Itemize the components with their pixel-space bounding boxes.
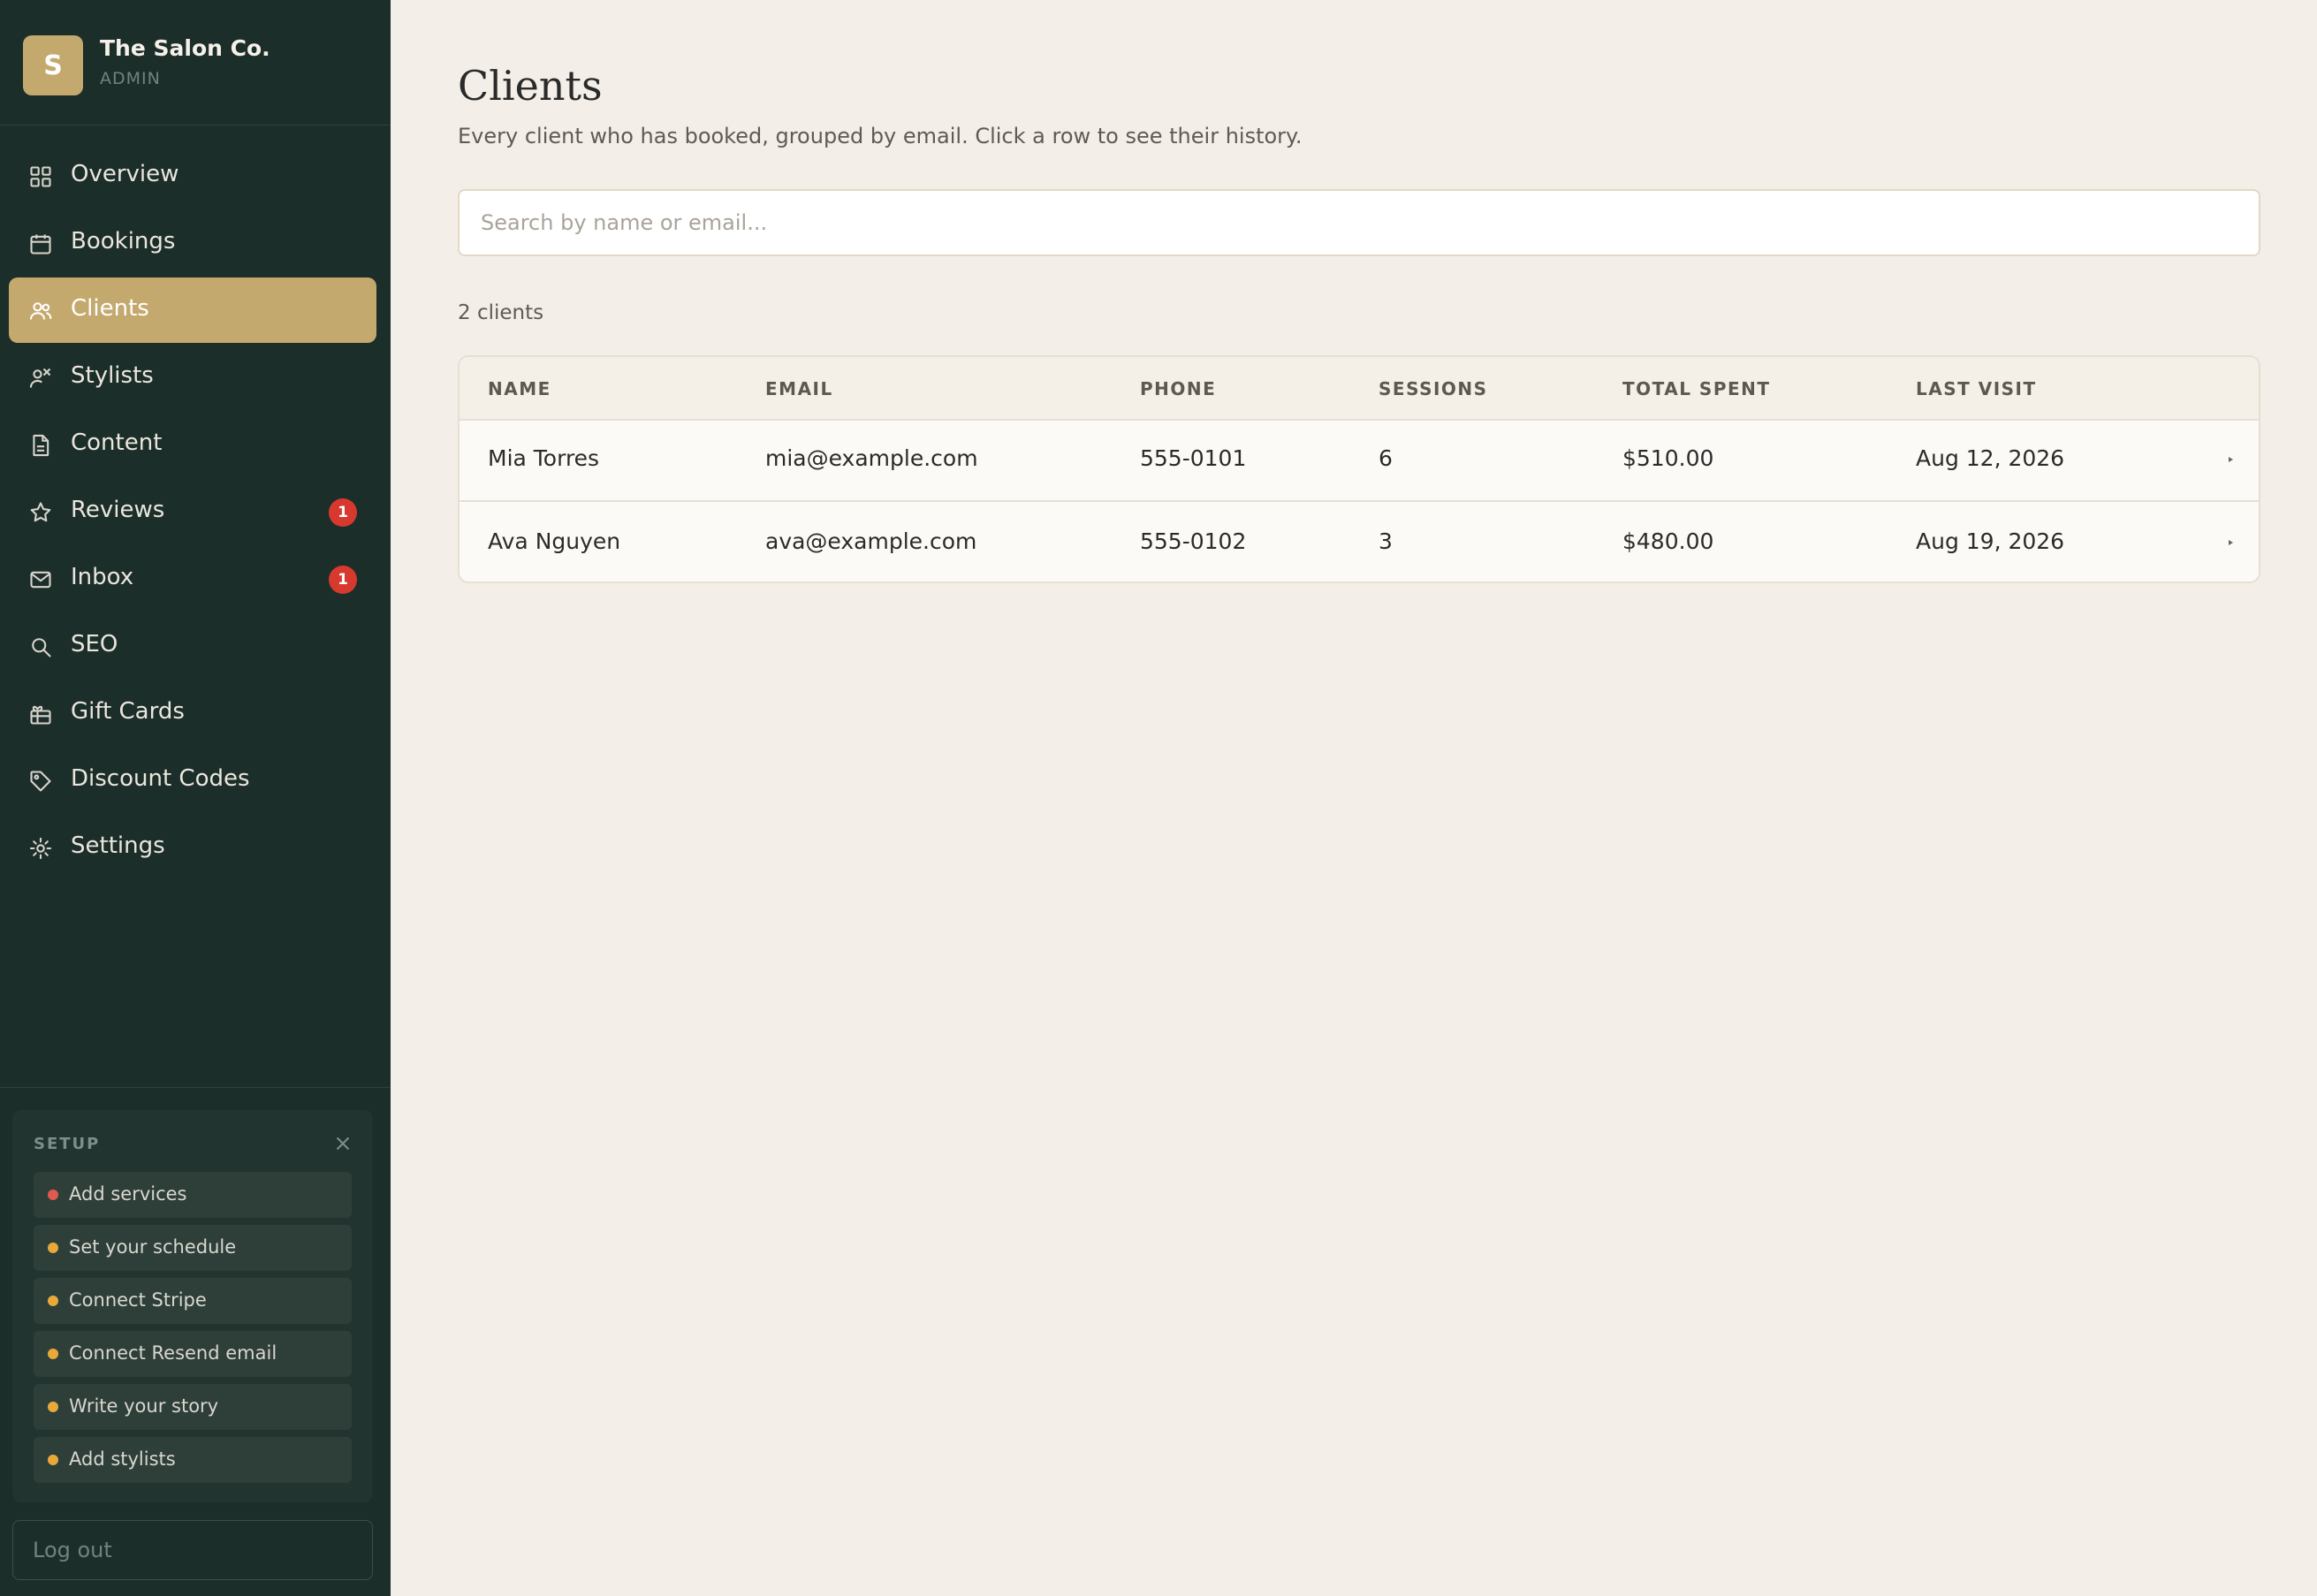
table-header: NAME EMAIL PHONE SESSIONS TOTAL SPENT LA… <box>460 357 2259 421</box>
sidebar: S The Salon Co. ADMIN Overview Bookings … <box>0 0 391 1596</box>
sidebar-item-label: Content <box>71 429 163 456</box>
chevron-right-icon <box>2225 537 2236 548</box>
setup-item-label: Set your schedule <box>69 1236 237 1258</box>
sidebar-item-label: Inbox <box>71 564 134 590</box>
setup-item-label: Write your story <box>69 1395 219 1417</box>
brand-name: The Salon Co. <box>100 35 270 61</box>
column-header-name[interactable]: NAME <box>488 378 551 399</box>
brand-header: S The Salon Co. ADMIN <box>0 0 391 125</box>
stylist-icon <box>28 366 53 391</box>
star-icon <box>28 500 53 525</box>
sidebar-item-seo[interactable]: SEO <box>9 613 376 679</box>
setup-title: SETUP <box>34 1135 101 1153</box>
sidebar-item-label: Stylists <box>71 362 154 389</box>
table-row[interactable]: Ava Nguyen ava@example.com 555-0102 3 $4… <box>460 504 2259 581</box>
status-dot <box>48 1189 58 1200</box>
grid-icon <box>28 164 53 189</box>
brand-logo: S <box>23 35 83 95</box>
sidebar-item-label: Discount Codes <box>71 765 250 792</box>
cell-phone: 555-0101 <box>1140 445 1247 471</box>
cell-email: mia@example.com <box>765 445 978 471</box>
sidebar-item-label: Overview <box>71 161 179 187</box>
brand-role: ADMIN <box>100 69 161 88</box>
sidebar-item-overview[interactable]: Overview <box>9 143 376 209</box>
setup-item-label: Connect Stripe <box>69 1289 207 1311</box>
column-header-total-spent[interactable]: TOTAL SPENT <box>1622 378 1771 399</box>
sidebar-item-settings[interactable]: Settings <box>9 815 376 880</box>
setup-panel: SETUP Add services Set your schedule Con… <box>12 1110 373 1502</box>
status-dot <box>48 1455 58 1465</box>
chevron-right-icon <box>2225 454 2236 465</box>
sidebar-item-inbox[interactable]: Inbox 1 <box>9 546 376 612</box>
column-header-last-visit[interactable]: LAST VISIT <box>1916 378 2037 399</box>
client-count: 2 clients <box>458 301 544 324</box>
setup-item-add-services[interactable]: Add services <box>34 1172 352 1218</box>
cell-sessions: 3 <box>1379 528 1393 554</box>
status-dot <box>48 1243 58 1253</box>
sidebar-item-label: SEO <box>71 631 118 657</box>
column-header-email[interactable]: EMAIL <box>765 378 833 399</box>
sidebar-item-label: Clients <box>71 295 149 322</box>
close-icon[interactable] <box>330 1131 355 1156</box>
cell-name: Ava Nguyen <box>488 528 621 554</box>
setup-item-add-stylists[interactable]: Add stylists <box>34 1437 352 1483</box>
mail-icon <box>28 567 53 592</box>
cell-phone: 555-0102 <box>1140 528 1247 554</box>
search-input[interactable] <box>458 189 2260 256</box>
gift-icon <box>28 702 53 726</box>
sidebar-item-label: Gift Cards <box>71 698 185 725</box>
cell-total-spent: $480.00 <box>1622 528 1714 554</box>
reviews-count-badge: 1 <box>329 498 357 527</box>
setup-item-write-story[interactable]: Write your story <box>34 1384 352 1430</box>
clients-table: NAME EMAIL PHONE SESSIONS TOTAL SPENT LA… <box>458 355 2260 583</box>
search-icon <box>28 635 53 659</box>
sidebar-item-bookings[interactable]: Bookings <box>9 210 376 276</box>
setup-item-connect-resend[interactable]: Connect Resend email <box>34 1331 352 1377</box>
column-header-phone[interactable]: PHONE <box>1140 378 1216 399</box>
document-icon <box>28 433 53 458</box>
cell-email: ava@example.com <box>765 528 977 554</box>
cell-last-visit: Aug 19, 2026 <box>1916 528 2065 554</box>
setup-item-label: Connect Resend email <box>69 1342 277 1364</box>
column-header-sessions[interactable]: SESSIONS <box>1379 378 1488 399</box>
gear-icon <box>28 836 53 861</box>
inbox-count-badge: 1 <box>329 566 357 594</box>
setup-item-label: Add stylists <box>69 1448 176 1470</box>
page-title: Clients <box>458 62 603 110</box>
cell-last-visit: Aug 12, 2026 <box>1916 445 2065 471</box>
setup-item-set-schedule[interactable]: Set your schedule <box>34 1225 352 1271</box>
setup-item-label: Add services <box>69 1183 187 1205</box>
logout-button[interactable]: Log out <box>12 1520 373 1580</box>
table-row[interactable]: Mia Torres mia@example.com 555-0101 6 $5… <box>460 421 2259 502</box>
status-dot <box>48 1402 58 1412</box>
page-subtitle: Every client who has booked, grouped by … <box>458 124 1303 148</box>
users-icon <box>28 299 53 323</box>
sidebar-item-clients[interactable]: Clients <box>9 277 376 343</box>
tag-icon <box>28 769 53 794</box>
sidebar-item-reviews[interactable]: Reviews 1 <box>9 479 376 544</box>
cell-sessions: 6 <box>1379 445 1393 471</box>
sidebar-item-gift-cards[interactable]: Gift Cards <box>9 680 376 746</box>
setup-item-connect-stripe[interactable]: Connect Stripe <box>34 1278 352 1324</box>
sidebar-item-content[interactable]: Content <box>9 412 376 477</box>
sidebar-item-discount-codes[interactable]: Discount Codes <box>9 748 376 813</box>
status-dot <box>48 1296 58 1306</box>
sidebar-divider <box>0 1087 391 1088</box>
cell-total-spent: $510.00 <box>1622 445 1714 471</box>
sidebar-item-label: Settings <box>71 832 165 859</box>
calendar-icon <box>28 232 53 256</box>
sidebar-item-label: Reviews <box>71 497 165 523</box>
sidebar-item-label: Bookings <box>71 228 176 255</box>
sidebar-item-stylists[interactable]: Stylists <box>9 345 376 410</box>
status-dot <box>48 1349 58 1359</box>
cell-name: Mia Torres <box>488 445 600 471</box>
